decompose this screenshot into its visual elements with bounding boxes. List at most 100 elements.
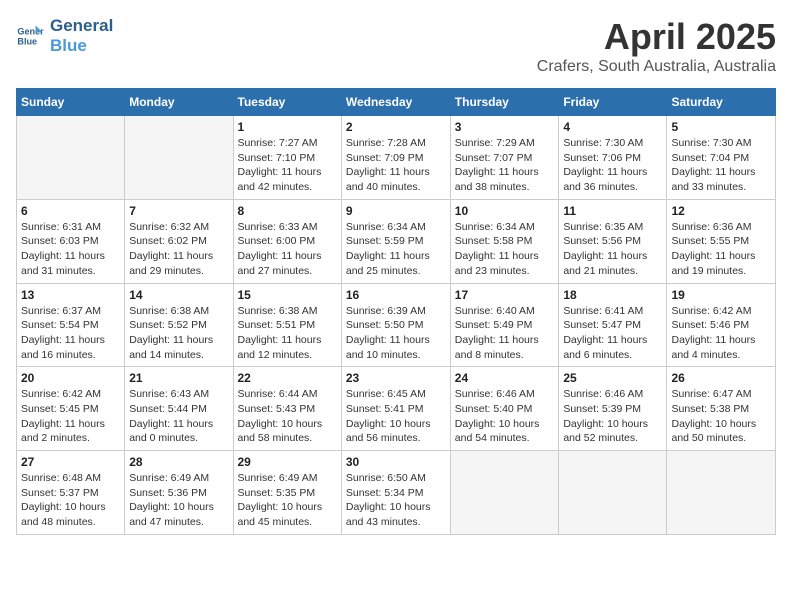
calendar-cell: 3 Sunrise: 7:29 AMSunset: 7:07 PMDaylight… bbox=[450, 116, 559, 200]
day-info: Sunrise: 7:30 AMSunset: 7:06 PMDaylight:… bbox=[563, 136, 662, 195]
day-info: Sunrise: 6:41 AMSunset: 5:47 PMDaylight:… bbox=[563, 304, 662, 363]
day-info: Sunrise: 6:31 AMSunset: 6:03 PMDaylight:… bbox=[21, 220, 120, 279]
calendar-cell: 15 Sunrise: 6:38 AMSunset: 5:51 PMDayligh… bbox=[233, 283, 341, 367]
day-number: 9 bbox=[346, 204, 446, 218]
calendar-cell: 13Sunrise: 6:37 AMSunset: 5:54 PMDayligh… bbox=[17, 283, 125, 367]
calendar-cell: 29 Sunrise: 6:49 AMSunset: 5:35 PMDayligh… bbox=[233, 451, 341, 535]
subtitle: Crafers, South Australia, Australia bbox=[537, 58, 776, 76]
day-number: 28 bbox=[129, 455, 228, 469]
header: General Blue General Blue April 2025 Cra… bbox=[16, 16, 776, 76]
day-info: Sunrise: 6:34 AMSunset: 5:58 PMDaylight:… bbox=[455, 220, 555, 279]
day-info: Sunrise: 6:38 AMSunset: 5:51 PMDaylight:… bbox=[238, 304, 337, 363]
calendar-cell: 18Sunrise: 6:41 AMSunset: 5:47 PMDayligh… bbox=[559, 283, 667, 367]
day-number: 11 bbox=[563, 204, 662, 218]
logo: General Blue General Blue bbox=[16, 16, 113, 55]
weekday-header: Sunday bbox=[17, 89, 125, 116]
calendar-cell: 9 Sunrise: 6:34 AMSunset: 5:59 PMDaylight… bbox=[341, 199, 450, 283]
logo-line2: Blue bbox=[50, 36, 113, 56]
weekday-header: Thursday bbox=[450, 89, 559, 116]
day-number: 21 bbox=[129, 371, 228, 385]
day-number: 10 bbox=[455, 204, 555, 218]
calendar-cell bbox=[17, 116, 125, 200]
calendar-cell: 30 Sunrise: 6:50 AMSunset: 5:34 PMDayligh… bbox=[341, 451, 450, 535]
day-number: 16 bbox=[346, 288, 446, 302]
svg-text:Blue: Blue bbox=[17, 36, 37, 46]
calendar-header: SundayMondayTuesdayWednesdayThursdayFrid… bbox=[17, 89, 776, 116]
calendar-cell: 20Sunrise: 6:42 AMSunset: 5:45 PMDayligh… bbox=[17, 367, 125, 451]
day-info: Sunrise: 7:28 AMSunset: 7:09 PMDaylight:… bbox=[346, 136, 446, 195]
day-info: Sunrise: 6:48 AMSunset: 5:37 PMDaylight:… bbox=[21, 471, 120, 530]
calendar-cell bbox=[450, 451, 559, 535]
day-info: Sunrise: 6:35 AMSunset: 5:56 PMDaylight:… bbox=[563, 220, 662, 279]
day-info: Sunrise: 6:47 AMSunset: 5:38 PMDaylight:… bbox=[671, 387, 771, 446]
calendar-cell bbox=[667, 451, 776, 535]
calendar-cell: 28 Sunrise: 6:49 AMSunset: 5:36 PMDayligh… bbox=[125, 451, 233, 535]
day-number: 1 bbox=[238, 120, 337, 134]
calendar-cell: 1 Sunrise: 7:27 AMSunset: 7:10 PMDaylight… bbox=[233, 116, 341, 200]
day-info: Sunrise: 6:37 AMSunset: 5:54 PMDaylight:… bbox=[21, 304, 120, 363]
title-area: April 2025 Crafers, South Australia, Aus… bbox=[537, 16, 776, 76]
weekday-header: Friday bbox=[559, 89, 667, 116]
day-info: Sunrise: 6:46 AMSunset: 5:40 PMDaylight:… bbox=[455, 387, 555, 446]
day-number: 25 bbox=[563, 371, 662, 385]
calendar-cell: 4Sunrise: 7:30 AMSunset: 7:06 PMDaylight… bbox=[559, 116, 667, 200]
day-number: 29 bbox=[238, 455, 337, 469]
calendar-cell: 10 Sunrise: 6:34 AMSunset: 5:58 PMDayligh… bbox=[450, 199, 559, 283]
day-number: 26 bbox=[671, 371, 771, 385]
calendar-cell: 6 Sunrise: 6:31 AMSunset: 6:03 PMDaylight… bbox=[17, 199, 125, 283]
calendar-week: 20Sunrise: 6:42 AMSunset: 5:45 PMDayligh… bbox=[17, 367, 776, 451]
day-info: Sunrise: 6:49 AMSunset: 5:36 PMDaylight:… bbox=[129, 471, 228, 530]
calendar-cell: 19Sunrise: 6:42 AMSunset: 5:46 PMDayligh… bbox=[667, 283, 776, 367]
day-number: 17 bbox=[455, 288, 555, 302]
calendar-body: 1 Sunrise: 7:27 AMSunset: 7:10 PMDaylight… bbox=[17, 116, 776, 535]
weekday-header: Tuesday bbox=[233, 89, 341, 116]
day-info: Sunrise: 6:43 AMSunset: 5:44 PMDaylight:… bbox=[129, 387, 228, 446]
day-info: Sunrise: 6:50 AMSunset: 5:34 PMDaylight:… bbox=[346, 471, 446, 530]
day-info: Sunrise: 7:27 AMSunset: 7:10 PMDaylight:… bbox=[238, 136, 337, 195]
day-number: 24 bbox=[455, 371, 555, 385]
day-number: 15 bbox=[238, 288, 337, 302]
weekday-header: Wednesday bbox=[341, 89, 450, 116]
calendar-week: 1 Sunrise: 7:27 AMSunset: 7:10 PMDaylight… bbox=[17, 116, 776, 200]
day-number: 7 bbox=[129, 204, 228, 218]
header-row: SundayMondayTuesdayWednesdayThursdayFrid… bbox=[17, 89, 776, 116]
calendar-week: 27Sunrise: 6:48 AMSunset: 5:37 PMDayligh… bbox=[17, 451, 776, 535]
calendar-cell: 2 Sunrise: 7:28 AMSunset: 7:09 PMDaylight… bbox=[341, 116, 450, 200]
day-info: Sunrise: 6:49 AMSunset: 5:35 PMDaylight:… bbox=[238, 471, 337, 530]
day-number: 12 bbox=[671, 204, 771, 218]
day-info: Sunrise: 6:34 AMSunset: 5:59 PMDaylight:… bbox=[346, 220, 446, 279]
calendar-cell bbox=[559, 451, 667, 535]
day-info: Sunrise: 6:42 AMSunset: 5:45 PMDaylight:… bbox=[21, 387, 120, 446]
calendar-cell: 27Sunrise: 6:48 AMSunset: 5:37 PMDayligh… bbox=[17, 451, 125, 535]
day-info: Sunrise: 6:38 AMSunset: 5:52 PMDaylight:… bbox=[129, 304, 228, 363]
calendar: SundayMondayTuesdayWednesdayThursdayFrid… bbox=[16, 88, 776, 535]
day-number: 14 bbox=[129, 288, 228, 302]
day-number: 22 bbox=[238, 371, 337, 385]
calendar-cell: 21 Sunrise: 6:43 AMSunset: 5:44 PMDayligh… bbox=[125, 367, 233, 451]
calendar-cell: 17Sunrise: 6:40 AMSunset: 5:49 PMDayligh… bbox=[450, 283, 559, 367]
calendar-cell: 12Sunrise: 6:36 AMSunset: 5:55 PMDayligh… bbox=[667, 199, 776, 283]
day-info: Sunrise: 6:46 AMSunset: 5:39 PMDaylight:… bbox=[563, 387, 662, 446]
day-number: 30 bbox=[346, 455, 446, 469]
calendar-week: 13Sunrise: 6:37 AMSunset: 5:54 PMDayligh… bbox=[17, 283, 776, 367]
day-number: 23 bbox=[346, 371, 446, 385]
day-info: Sunrise: 6:39 AMSunset: 5:50 PMDaylight:… bbox=[346, 304, 446, 363]
day-number: 3 bbox=[455, 120, 555, 134]
calendar-cell: 7Sunrise: 6:32 AMSunset: 6:02 PMDaylight… bbox=[125, 199, 233, 283]
calendar-cell: 11 Sunrise: 6:35 AMSunset: 5:56 PMDayligh… bbox=[559, 199, 667, 283]
calendar-cell: 8 Sunrise: 6:33 AMSunset: 6:00 PMDaylight… bbox=[233, 199, 341, 283]
day-info: Sunrise: 6:45 AMSunset: 5:41 PMDaylight:… bbox=[346, 387, 446, 446]
day-info: Sunrise: 7:30 AMSunset: 7:04 PMDaylight:… bbox=[671, 136, 771, 195]
weekday-header: Saturday bbox=[667, 89, 776, 116]
day-number: 2 bbox=[346, 120, 446, 134]
calendar-cell: 26 Sunrise: 6:47 AMSunset: 5:38 PMDayligh… bbox=[667, 367, 776, 451]
day-info: Sunrise: 6:33 AMSunset: 6:00 PMDaylight:… bbox=[238, 220, 337, 279]
day-info: Sunrise: 7:29 AMSunset: 7:07 PMDaylight:… bbox=[455, 136, 555, 195]
calendar-cell: 22 Sunrise: 6:44 AMSunset: 5:43 PMDayligh… bbox=[233, 367, 341, 451]
calendar-week: 6 Sunrise: 6:31 AMSunset: 6:03 PMDaylight… bbox=[17, 199, 776, 283]
day-number: 6 bbox=[21, 204, 120, 218]
day-info: Sunrise: 6:44 AMSunset: 5:43 PMDaylight:… bbox=[238, 387, 337, 446]
day-number: 19 bbox=[671, 288, 771, 302]
day-number: 8 bbox=[238, 204, 337, 218]
main-title: April 2025 bbox=[537, 16, 776, 58]
